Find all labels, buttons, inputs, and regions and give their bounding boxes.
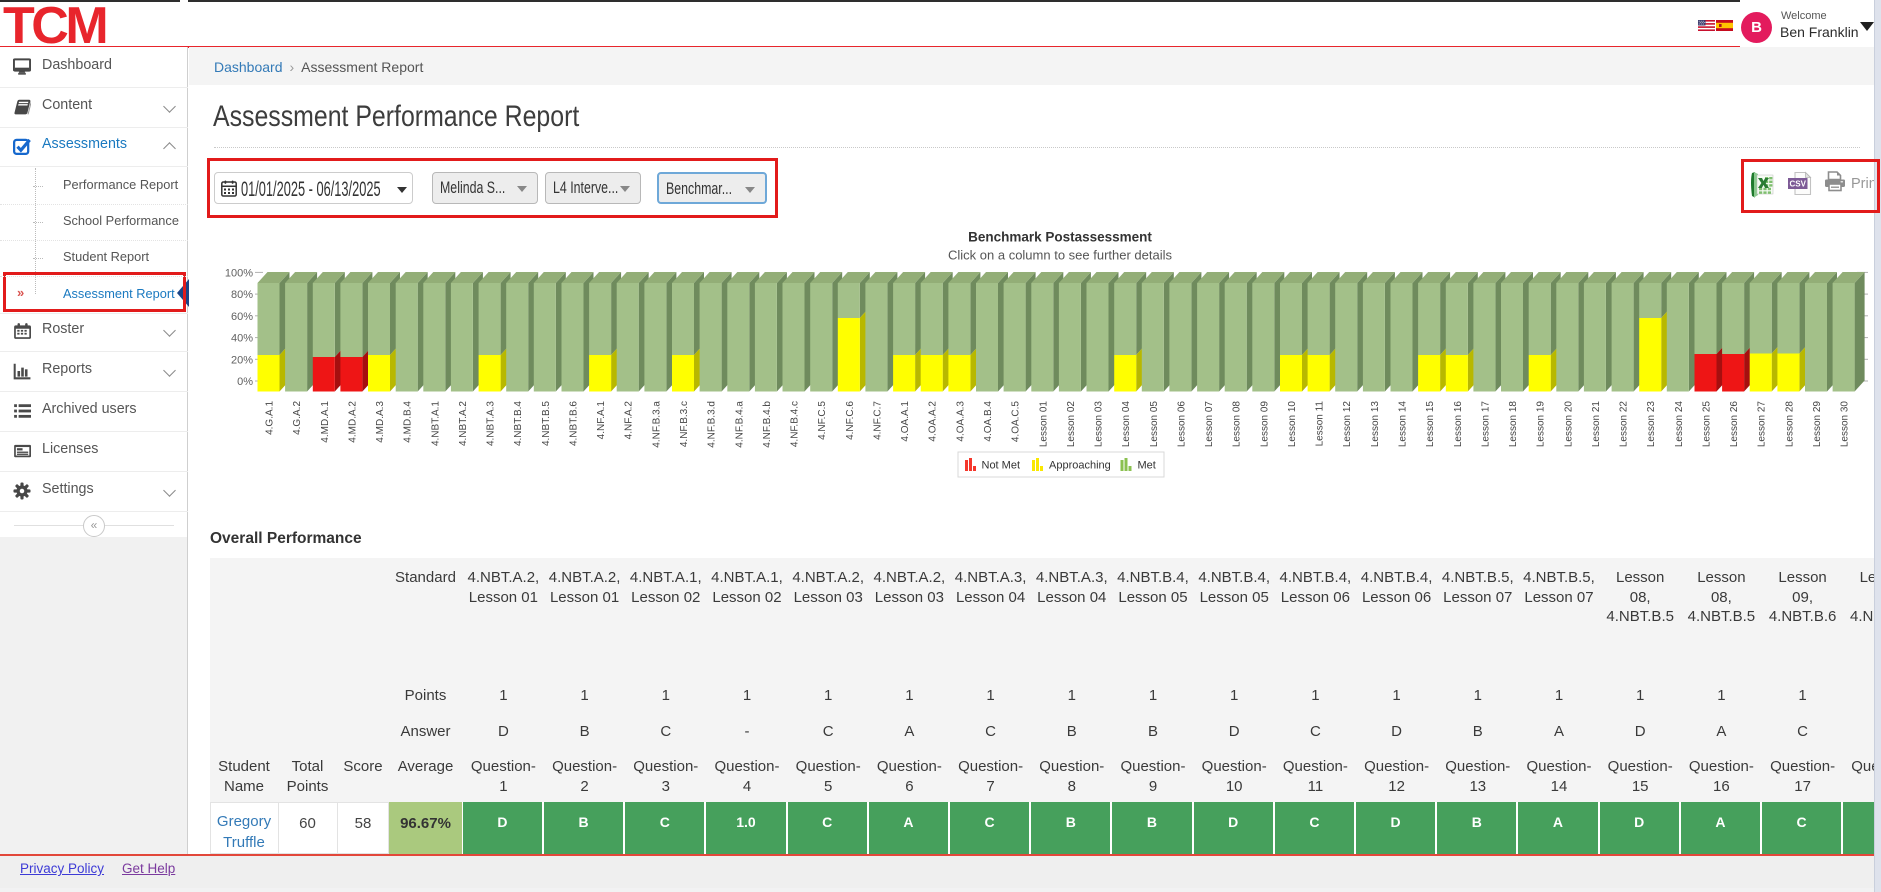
svg-text:Lesson 29: Lesson 29 [1812,401,1823,448]
svg-text:4.NF.B.4.b: 4.NF.B.4.b [762,401,773,448]
svg-text:4.OA.A.2: 4.OA.A.2 [928,401,939,442]
svg-text:Lesson 24: Lesson 24 [1674,401,1685,448]
svg-text:4.OA.A.1: 4.OA.A.1 [900,401,911,442]
svg-text:4.OA.A.3: 4.OA.A.3 [955,401,966,442]
svg-text:Lesson 30: Lesson 30 [1840,401,1851,448]
svg-text:4.NF.B.4.c: 4.NF.B.4.c [790,401,801,447]
svg-text:4.NF.B.4.a: 4.NF.B.4.a [734,401,745,448]
svg-text:20%: 20% [231,354,253,366]
svg-text:Lesson 23: Lesson 23 [1646,401,1657,448]
svg-text:Lesson 08: Lesson 08 [1232,401,1243,448]
svg-text:Lesson 18: Lesson 18 [1508,401,1519,448]
svg-text:Lesson 11: Lesson 11 [1315,401,1326,447]
svg-text:Lesson 21: Lesson 21 [1591,401,1602,448]
svg-text:0%: 0% [237,376,253,388]
svg-text:Lesson 14: Lesson 14 [1398,401,1409,448]
svg-text:Lesson 19: Lesson 19 [1536,401,1547,448]
svg-text:Lesson 12: Lesson 12 [1342,401,1353,448]
svg-text:Lesson 25: Lesson 25 [1702,401,1713,448]
svg-text:Lesson 22: Lesson 22 [1619,401,1630,448]
svg-text:4.NF.B.3.a: 4.NF.B.3.a [651,401,662,448]
svg-text:4.NBT.B.5: 4.NBT.B.5 [541,401,552,446]
svg-text:Lesson 07: Lesson 07 [1204,401,1215,448]
svg-text:Lesson 26: Lesson 26 [1729,401,1740,448]
svg-text:4.OA.B.4: 4.OA.B.4 [983,401,994,442]
svg-text:4.NF.A.2: 4.NF.A.2 [624,401,635,440]
svg-text:Lesson 17: Lesson 17 [1480,401,1491,448]
svg-text:Lesson 09: Lesson 09 [1259,401,1270,448]
svg-text:4.NF.C.6: 4.NF.C.6 [845,401,856,440]
svg-text:100%: 100% [225,267,253,279]
svg-text:4.MD.A.3: 4.MD.A.3 [375,401,386,443]
svg-text:Lesson 28: Lesson 28 [1784,401,1795,448]
svg-text:4.NBT.A.2: 4.NBT.A.2 [458,401,469,446]
svg-text:Lesson 10: Lesson 10 [1287,401,1298,448]
svg-text:4.G.A.2: 4.G.A.2 [292,401,303,435]
svg-text:4.G.A.1: 4.G.A.1 [265,401,276,435]
svg-text:Lesson 06: Lesson 06 [1176,401,1187,448]
svg-text:4.NBT.A.1: 4.NBT.A.1 [430,401,441,446]
svg-text:4.NF.B.3.d: 4.NF.B.3.d [707,401,718,448]
svg-text:Benchmark Postassessment: Benchmark Postassessment [968,230,1152,245]
svg-text:4.NF.C.7: 4.NF.C.7 [872,401,883,440]
svg-text:Lesson 27: Lesson 27 [1757,401,1768,448]
svg-text:Lesson 02: Lesson 02 [1066,401,1077,448]
svg-text:80%: 80% [231,289,253,301]
svg-text:4.MD.A.1: 4.MD.A.1 [320,401,331,443]
svg-text:4.MD.A.2: 4.MD.A.2 [347,401,358,443]
svg-text:4.NBT.B.6: 4.NBT.B.6 [569,401,580,446]
svg-text:60%: 60% [231,311,253,323]
svg-text:40%: 40% [231,333,253,345]
svg-text:Approaching: Approaching [1049,460,1111,472]
svg-text:4.NBT.A.3: 4.NBT.A.3 [486,401,497,446]
svg-text:Not Met: Not Met [982,460,1021,472]
svg-text:Lesson 20: Lesson 20 [1563,401,1574,448]
svg-text:4.OA.C.5: 4.OA.C.5 [1011,401,1022,443]
svg-text:Click on a column to see furth: Click on a column to see further details [948,248,1172,263]
svg-text:Lesson 01: Lesson 01 [1038,401,1049,448]
svg-text:4.NBT.B.4: 4.NBT.B.4 [513,401,524,446]
svg-text:Lesson 05: Lesson 05 [1149,401,1160,448]
svg-text:Met: Met [1138,460,1156,472]
svg-text:Lesson 04: Lesson 04 [1121,401,1132,448]
svg-text:Lesson 03: Lesson 03 [1094,401,1105,448]
svg-text:Lesson 16: Lesson 16 [1453,401,1464,448]
svg-text:4.NF.B.3.c: 4.NF.B.3.c [679,401,690,447]
svg-text:4.NF.A.1: 4.NF.A.1 [596,401,607,440]
svg-text:4.MD.B.4: 4.MD.B.4 [403,401,414,443]
svg-text:Lesson 13: Lesson 13 [1370,401,1381,448]
svg-text:4.NF.C.5: 4.NF.C.5 [817,401,828,440]
svg-text:Lesson 15: Lesson 15 [1425,401,1436,448]
